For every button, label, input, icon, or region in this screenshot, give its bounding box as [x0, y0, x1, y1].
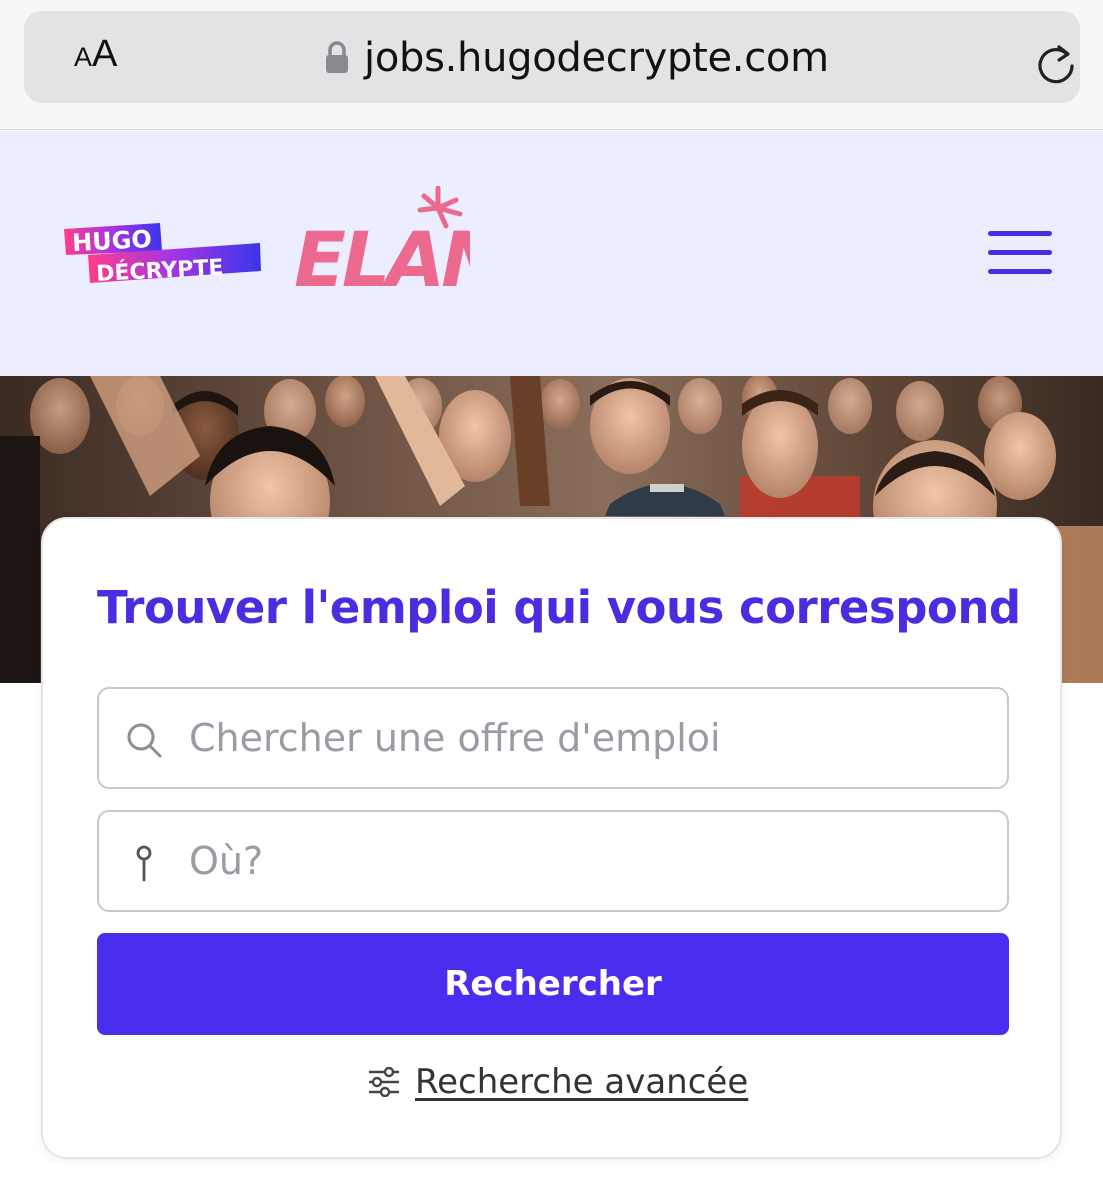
logo-elan-text: ELAN	[294, 215, 470, 296]
address-bar[interactable]: A A jobs.hugodecrypte.com	[24, 11, 1080, 103]
reload-icon[interactable]	[1034, 42, 1080, 88]
job-search-box[interactable]	[97, 687, 1009, 789]
location-pin-icon	[136, 845, 152, 882]
location-box[interactable]	[97, 810, 1009, 912]
text-size-small-glyph: A	[74, 42, 93, 72]
search-icon	[127, 723, 162, 758]
logo-hugo-line1: HUGO	[71, 225, 152, 257]
job-search-input[interactable]	[189, 689, 989, 787]
url-display[interactable]: jobs.hugodecrypte.com	[324, 33, 829, 83]
search-submit-label: Rechercher	[444, 964, 662, 1004]
browser-chrome: A A jobs.hugodecrypte.com	[0, 0, 1103, 130]
menu-button[interactable]	[988, 231, 1054, 277]
elan-logo[interactable]: ELAN	[290, 186, 470, 296]
text-size-button[interactable]: A A	[74, 33, 117, 81]
text-size-large-glyph: A	[92, 33, 118, 75]
advanced-search-link[interactable]: Recherche avancée	[367, 1057, 748, 1107]
search-submit-button[interactable]: Rechercher	[97, 933, 1009, 1035]
url-text: jobs.hugodecrypte.com	[364, 35, 829, 81]
location-input[interactable]	[189, 812, 989, 910]
lock-icon	[326, 41, 348, 73]
job-search-card: Trouver l'emploi qui vous correspond Rec…	[41, 517, 1062, 1159]
site-header: HUGO DÉCRYPTE ELAN	[0, 131, 1103, 376]
filter-sliders-icon	[369, 1067, 399, 1097]
search-title: Trouver l'emploi qui vous correspond	[97, 581, 1021, 634]
advanced-search-label: Recherche avancée	[415, 1062, 749, 1102]
hugo-decrypte-logo[interactable]: HUGO DÉCRYPTE	[62, 217, 262, 287]
